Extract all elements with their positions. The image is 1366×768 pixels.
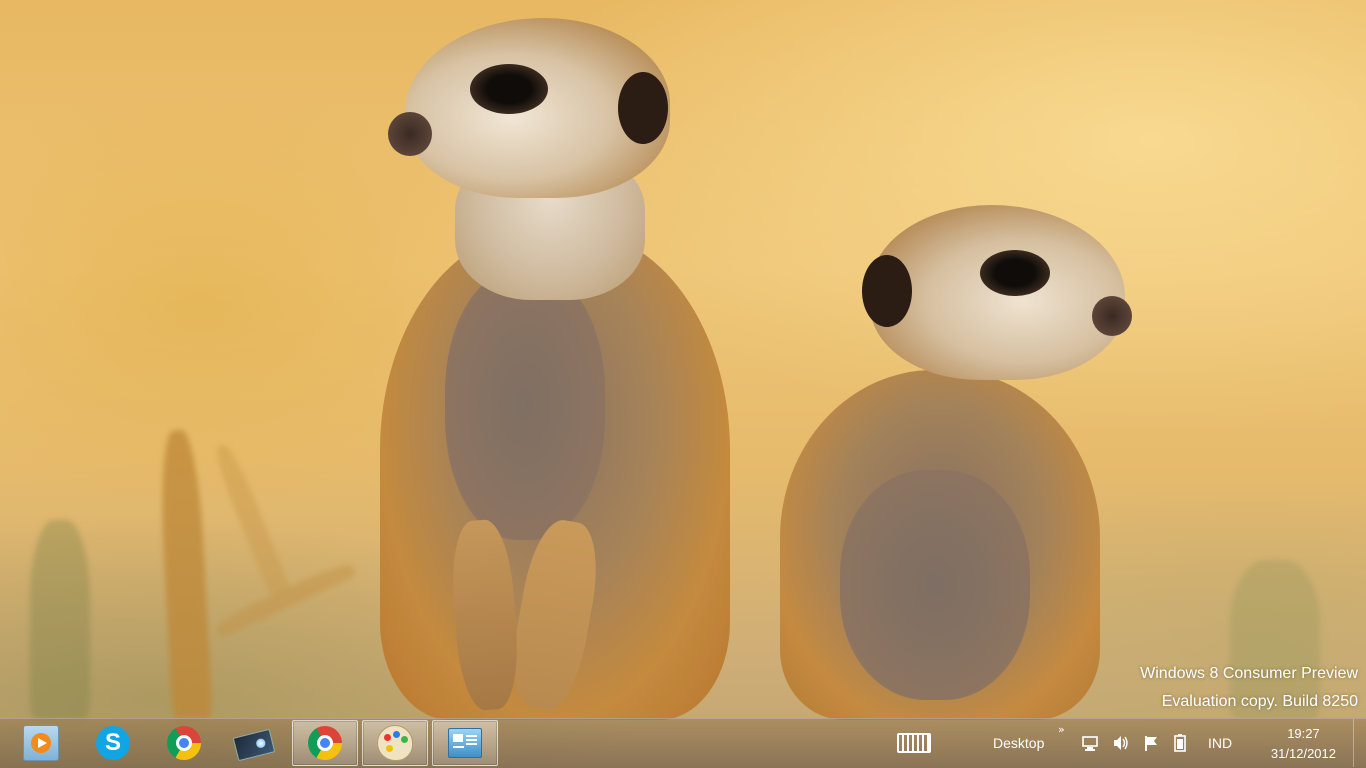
language-label: IND xyxy=(1208,735,1233,751)
taskbar-button-system-panel[interactable] xyxy=(432,720,498,766)
desktop-wallpaper: Windows 8 Consumer Preview Evaluation co… xyxy=(0,0,1366,768)
taskbar: S Desktop » IND 19:27 31/12/2012 xyxy=(0,718,1366,768)
card-icon xyxy=(232,728,276,762)
desktop-toolbar[interactable]: Desktop xyxy=(993,719,1044,767)
chrome-icon xyxy=(167,726,201,760)
skype-icon: S xyxy=(96,726,130,760)
taskbar-button-card-tool[interactable] xyxy=(221,720,287,766)
clock-time: 19:27 xyxy=(1287,726,1320,741)
watermark-line-2: Evaluation copy. Build 8250 xyxy=(1161,693,1358,710)
volume-tray-button[interactable] xyxy=(1112,719,1130,767)
action-center-tray-button[interactable] xyxy=(1143,719,1159,767)
build-watermark: Windows 8 Consumer Preview Evaluation co… xyxy=(1140,660,1358,716)
action-center-flag-icon xyxy=(1145,736,1157,751)
taskbar-button-chrome-pinned[interactable] xyxy=(151,720,217,766)
taskbar-button-paint[interactable] xyxy=(362,720,428,766)
taskbar-button-media-player[interactable] xyxy=(8,720,74,766)
show-desktop-button[interactable] xyxy=(1353,719,1366,767)
language-indicator[interactable]: IND xyxy=(1208,719,1232,767)
battery-icon xyxy=(1174,734,1186,752)
paint-palette-icon xyxy=(377,725,413,761)
battery-tray-button[interactable] xyxy=(1174,719,1186,767)
control-panel-icon xyxy=(448,728,482,758)
network-tray-button[interactable] xyxy=(1082,719,1098,767)
taskbar-clock[interactable]: 19:27 31/12/2012 xyxy=(1271,724,1336,764)
touch-keyboard-button[interactable] xyxy=(897,719,931,767)
media-player-icon xyxy=(23,725,59,761)
chrome-icon xyxy=(308,726,342,760)
taskbar-button-skype[interactable]: S xyxy=(80,720,146,766)
watermark-line-1: Windows 8 Consumer Preview xyxy=(1140,665,1358,682)
taskbar-button-chrome-running[interactable] xyxy=(292,720,358,766)
clock-date: 31/12/2012 xyxy=(1270,746,1336,761)
volume-icon xyxy=(1114,736,1128,750)
toolbar-chevron-icon[interactable]: » xyxy=(1058,723,1065,736)
touch-keyboard-icon xyxy=(897,733,931,753)
desktop-toolbar-label: Desktop xyxy=(993,735,1045,751)
network-icon xyxy=(1082,736,1098,751)
